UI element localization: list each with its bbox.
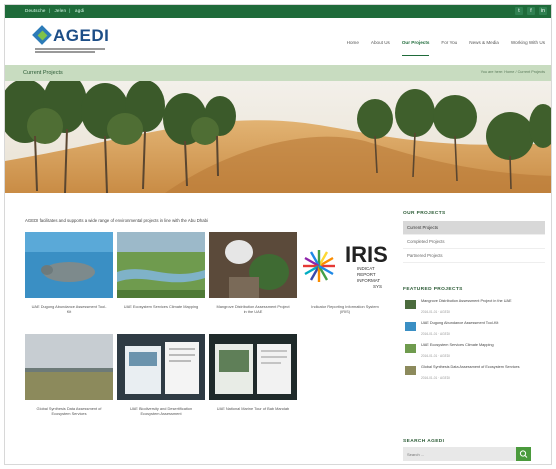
our-projects-heading: OUR PROJECTS bbox=[403, 211, 446, 216]
linkedin-icon[interactable]: in bbox=[539, 7, 547, 15]
featured-date: 2016-01-01 · AGEDI bbox=[421, 354, 450, 358]
project-card-1[interactable]: UAE Dugong Abundance Assessment Tool-Kit bbox=[25, 232, 113, 328]
sidebar: OUR PROJECTS Current Projects Completed … bbox=[403, 211, 545, 461]
featured-thumbnail[interactable] bbox=[405, 366, 416, 375]
top-link-2[interactable]: Jelen bbox=[54, 8, 66, 13]
featured-thumbnail[interactable] bbox=[405, 322, 416, 331]
logo-tagline bbox=[35, 48, 107, 56]
project-card-5[interactable]: Global Synthesis Data Assessment of Ecos… bbox=[25, 334, 113, 430]
project-caption-5[interactable]: Global Synthesis Data Assessment of Ecos… bbox=[31, 406, 107, 416]
iris-logo-text: IRIS bbox=[345, 242, 388, 267]
sidebar-item-completed-projects[interactable]: Completed Projects bbox=[403, 235, 545, 249]
project-caption-4[interactable]: Indicator Reporting Information System (… bbox=[307, 304, 383, 314]
featured-thumbnail[interactable] bbox=[405, 344, 416, 353]
nav-our-projects[interactable]: Our Projects bbox=[401, 40, 430, 56]
sidebar-item-partnered-projects[interactable]: Partnered Projects bbox=[403, 249, 545, 263]
project-caption-1[interactable]: UAE Dugong Abundance Assessment Tool-Kit bbox=[31, 304, 107, 314]
project-image-landscape[interactable] bbox=[25, 334, 113, 400]
featured-date: 2016-01-01 · AGEDI bbox=[421, 310, 450, 314]
main-nav: Home About Us Our Projects For You News … bbox=[347, 40, 545, 56]
featured-date: 2016-01-01 · AGEDI bbox=[421, 376, 450, 380]
iris-line-2: REPORT bbox=[357, 272, 376, 277]
twitter-icon[interactable]: t bbox=[515, 7, 523, 15]
project-card-2[interactable]: UAE Ecosystem Services Climate Mapping bbox=[117, 232, 205, 328]
intro-text: AGEDI facilitates and supports a wide ra… bbox=[25, 218, 208, 223]
nav-about[interactable]: About Us bbox=[371, 40, 390, 56]
featured-item[interactable]: Mangrove Distribution Assessment Project… bbox=[403, 297, 545, 319]
iris-line-1: INDICAT bbox=[357, 266, 375, 271]
top-link-3[interactable]: agdi bbox=[75, 8, 84, 13]
top-bar: Deutsche | Jelen | agdi t f in bbox=[5, 5, 551, 18]
featured-title[interactable]: Global Synthesis Data Assessment of Ecos… bbox=[421, 365, 531, 370]
featured-title[interactable]: Mangrove Distribution Assessment Project… bbox=[421, 299, 531, 304]
top-links: Deutsche | Jelen | agdi bbox=[25, 8, 85, 13]
featured-item[interactable]: Global Synthesis Data Assessment of Ecos… bbox=[403, 363, 545, 385]
nav-news-media[interactable]: News & Media bbox=[469, 40, 499, 56]
nav-for-you[interactable]: For You bbox=[441, 40, 457, 56]
hero-desert-image bbox=[5, 81, 551, 193]
project-image-brochure[interactable] bbox=[117, 334, 205, 400]
breadcrumb: You are here: Home / Current Projects bbox=[480, 70, 545, 74]
search-heading: SEARCH AGEDI bbox=[403, 439, 445, 444]
facebook-icon[interactable]: f bbox=[527, 7, 535, 15]
project-caption-2[interactable]: UAE Ecosystem Services Climate Mapping bbox=[123, 304, 199, 309]
featured-title[interactable]: UAE Ecosystem Services Climate Mapping bbox=[421, 343, 531, 348]
sidebar-item-current-projects[interactable]: Current Projects bbox=[403, 221, 545, 235]
project-card-7[interactable]: UAE National Marine Tour of Bab Mandab bbox=[209, 334, 297, 430]
project-image-mangrove[interactable] bbox=[209, 232, 297, 298]
featured-projects-heading: FEATURED PROJECTS bbox=[403, 287, 463, 292]
featured-item[interactable]: UAE Dugong Abundance Assessment Tool-Kit… bbox=[403, 319, 545, 341]
page-title: Current Projects bbox=[23, 70, 63, 76]
featured-thumbnail[interactable] bbox=[405, 300, 416, 309]
search-box bbox=[403, 447, 531, 461]
project-card-4[interactable]: IRIS INDICAT REPORT INFORMAT SYS Indicat… bbox=[301, 232, 389, 328]
project-image-iris-logo[interactable]: IRIS INDICAT REPORT INFORMAT SYS bbox=[301, 232, 389, 298]
project-card-3[interactable]: Mangrove Distribution Assessment Project… bbox=[209, 232, 297, 328]
search-icon bbox=[519, 450, 528, 458]
project-caption-6[interactable]: UAE Biodiversity and Desertification Eco… bbox=[123, 406, 199, 416]
logo-text: AGEDI bbox=[53, 26, 110, 45]
search-input[interactable] bbox=[403, 447, 515, 461]
project-image-wetlands[interactable] bbox=[117, 232, 205, 298]
project-caption-7[interactable]: UAE National Marine Tour of Bab Mandab bbox=[215, 406, 291, 411]
featured-date: 2016-01-01 · AGEDI bbox=[421, 332, 450, 336]
site-header: AGEDI Home About Us Our Projects For You… bbox=[5, 18, 551, 65]
page-frame: Deutsche | Jelen | agdi t f in AGEDI Home … bbox=[4, 4, 552, 465]
hero-banner bbox=[5, 81, 551, 193]
project-card-6[interactable]: UAE Biodiversity and Desertification Eco… bbox=[117, 334, 205, 430]
featured-title[interactable]: UAE Dugong Abundance Assessment Tool-Kit bbox=[421, 321, 531, 326]
search-button[interactable] bbox=[516, 447, 531, 461]
nav-home[interactable]: Home bbox=[347, 40, 359, 56]
featured-item[interactable]: UAE Ecosystem Services Climate Mapping 2… bbox=[403, 341, 545, 363]
iris-line-4: SYS bbox=[373, 284, 382, 289]
social-links: t f in bbox=[515, 7, 547, 15]
project-image-report[interactable] bbox=[209, 334, 297, 400]
page-title-bar: Current Projects You are here: Home / Cu… bbox=[5, 65, 551, 81]
project-caption-3[interactable]: Mangrove Distribution Assessment Project… bbox=[215, 304, 291, 314]
nav-working-with-us[interactable]: Working With Us bbox=[511, 40, 545, 56]
project-image-dugong[interactable] bbox=[25, 232, 113, 298]
iris-line-3: INFORMAT bbox=[357, 278, 380, 283]
top-link-1[interactable]: Deutsche bbox=[25, 8, 46, 13]
